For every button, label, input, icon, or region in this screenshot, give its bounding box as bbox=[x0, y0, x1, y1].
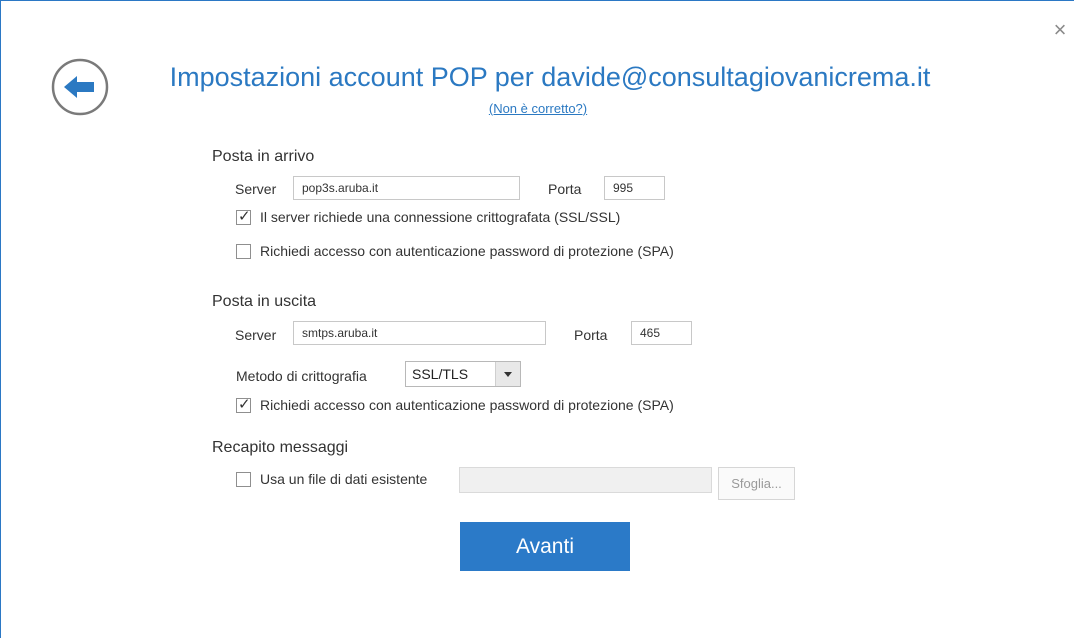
encryption-label: Metodo di crittografia bbox=[236, 368, 367, 384]
existing-file-label: Usa un file di dati esistente bbox=[260, 471, 428, 487]
outgoing-server-input[interactable]: smtps.aruba.it bbox=[293, 321, 546, 345]
incoming-port-label: Porta bbox=[548, 181, 582, 197]
incoming-server-input[interactable]: pop3s.aruba.it bbox=[293, 176, 520, 200]
incoming-ssl-checkbox[interactable]: ✓ bbox=[236, 208, 251, 225]
incoming-port-input[interactable]: 995 bbox=[604, 176, 665, 200]
page-title: Impostazioni account POP per davide@cons… bbox=[169, 62, 931, 92]
next-button[interactable]: Avanti bbox=[460, 522, 630, 571]
outgoing-port-input[interactable]: 465 bbox=[631, 321, 692, 345]
check-mark-icon: ✓ bbox=[238, 396, 251, 413]
outgoing-spa-label: Richiedi accesso con autenticazione pass… bbox=[260, 397, 674, 413]
chevron-down-icon[interactable] bbox=[495, 362, 520, 386]
incoming-spa-label: Richiedi accesso con autenticazione pass… bbox=[260, 243, 674, 259]
existing-file-checkbox[interactable] bbox=[236, 472, 251, 487]
incoming-spa-checkbox[interactable] bbox=[236, 244, 251, 259]
incoming-heading: Posta in arrivo bbox=[212, 148, 315, 165]
delivery-heading: Recapito messaggi bbox=[212, 439, 349, 456]
incoming-ssl-label: Il server richiede una connessione critt… bbox=[260, 209, 621, 225]
outgoing-heading: Posta in uscita bbox=[212, 293, 317, 310]
not-correct-link[interactable]: (Non è corretto?) bbox=[489, 101, 587, 116]
outgoing-port-label: Porta bbox=[574, 327, 608, 343]
encryption-select[interactable]: SSL/TLS bbox=[405, 361, 521, 387]
check-mark-icon: ✓ bbox=[238, 208, 251, 225]
outgoing-server-label: Server bbox=[235, 327, 277, 343]
not-correct-link-wrap: (Non è corretto?) bbox=[0, 101, 1076, 116]
close-icon[interactable]: × bbox=[1050, 19, 1070, 41]
outgoing-spa-checkbox[interactable]: ✓ bbox=[236, 396, 251, 413]
browse-button: Sfoglia... bbox=[718, 467, 795, 500]
encryption-value: SSL/TLS bbox=[412, 366, 469, 382]
incoming-server-label: Server bbox=[235, 181, 277, 197]
data-file-path-input bbox=[459, 467, 712, 493]
